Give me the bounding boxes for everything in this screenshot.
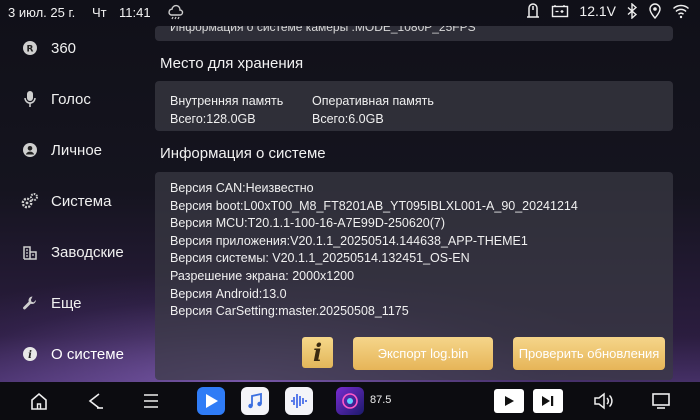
can-version: Версия CAN:Неизвестно [170,181,314,195]
info-icon: i [21,345,39,363]
ram-block: Оперативная память Всего:6.0GB [312,92,434,128]
carsetting-version: Версия CarSetting:master.20250508_1175 [170,304,409,319]
menu-button[interactable] [140,390,162,412]
ram-label: Оперативная память [312,94,434,108]
screen-resolution: Разрешение экрана: 2000x1200 [170,268,355,283]
storage-section-title: Место для хранения [160,55,304,72]
voltage-readout: 12.1V [579,3,616,19]
check-updates-button[interactable]: Проверить обновления [513,337,665,370]
play-app-button[interactable] [197,387,225,415]
sidebar-item-label: Система [51,192,112,210]
svg-text:i: i [28,350,32,361]
music-app-button[interactable] [241,387,269,415]
radio-frequency: 87.5 [370,394,392,406]
internal-storage-block: Внутренняя память Всего:128.0GB [170,92,283,128]
sidebar-item-label: О системе [51,345,124,363]
taskbar: 87.5 [0,382,700,420]
info-button[interactable]: i [302,337,333,368]
camera-info-text: Информация о системе камеры :MODE_1080P_… [170,26,476,34]
next-track-button[interactable] [533,389,563,413]
menu-icon [144,394,158,408]
sidebar-item-360[interactable]: R 360 [0,23,140,73]
settings-sidebar: R 360 Голос Личное Система Заводские Еще [0,26,140,382]
play-icon [505,396,514,406]
status-time: 11:41 [119,5,151,20]
svg-text:R: R [27,45,34,55]
sidebar-item-more[interactable]: Еще [0,278,140,328]
weather-icon [168,4,184,20]
home-button[interactable] [28,390,50,412]
about-system-panel: Информация о системе камеры :MODE_1080P_… [155,26,685,382]
system-info-section-title: Информация о системе [160,145,326,162]
gears-icon [21,192,39,210]
back-button[interactable] [84,390,106,412]
voice-app-icon [291,394,307,408]
sidebar-item-label: Еще [51,294,82,312]
system-version: Версия системы: V20.1.1_20250514.132451_… [170,251,470,266]
wifi-icon [672,4,690,19]
back-icon [88,393,103,409]
battery-icon [552,5,569,18]
camera-info-row: Информация о системе камеры :MODE_1080P_… [155,26,673,41]
sidebar-item-label: Личное [51,141,103,159]
location-icon [649,3,661,19]
person-icon [21,141,39,159]
status-date: 3 июл. 25 г. [8,5,76,20]
sidebar-item-voice[interactable]: Голос [0,74,140,124]
volume-button[interactable] [593,390,615,412]
signal-icon [527,3,540,18]
screen-icon [652,393,670,409]
mcu-version: Версия MCU:T20.1.1-100-16-A7E99D-250620(… [170,216,445,231]
internal-storage-label: Внутренняя память [170,94,284,108]
ram-value: Всего:6.0GB [312,112,384,126]
bluetooth-icon [627,3,638,19]
volume-icon [594,392,613,410]
android-version: Версия Android:13.0 [170,286,287,301]
factory-icon [21,243,39,261]
radio-app-button[interactable] [336,387,364,415]
status-day: Чт [92,5,107,20]
screen-button[interactable] [650,390,672,412]
info-glyph: i [312,338,323,367]
storage-panel: Внутренняя память Всего:128.0GB Оператив… [155,81,673,131]
play-button[interactable] [494,389,524,413]
sidebar-item-label: 360 [51,39,77,57]
export-log-button[interactable]: Экспорт log.bin [353,337,493,370]
play-app-icon [206,394,218,408]
next-track-icon [542,396,554,406]
wrench-icon [21,294,39,312]
sidebar-item-label: Заводские [51,243,124,261]
status-right-group: 12.1V [525,3,690,19]
voice-app-button[interactable] [285,387,313,415]
360-icon: R [21,39,39,57]
radio-app-icon [342,393,358,409]
music-app-icon [248,392,262,409]
home-icon [31,392,47,410]
internal-storage-value: Всего:128.0GB [170,112,256,126]
boot-version: Версия boot:L00xT00_M8_FT8201AB_YT095IBL… [170,198,578,213]
microphone-icon [21,90,39,108]
sidebar-item-system[interactable]: Система [0,176,140,226]
sidebar-item-about[interactable]: i О системе [0,329,140,379]
app-version: Версия приложения:V20.1.1_20250514.14463… [170,233,528,248]
sidebar-item-factory[interactable]: Заводские [0,227,140,277]
sidebar-item-personal[interactable]: Личное [0,125,140,175]
sidebar-item-label: Голос [51,90,91,108]
